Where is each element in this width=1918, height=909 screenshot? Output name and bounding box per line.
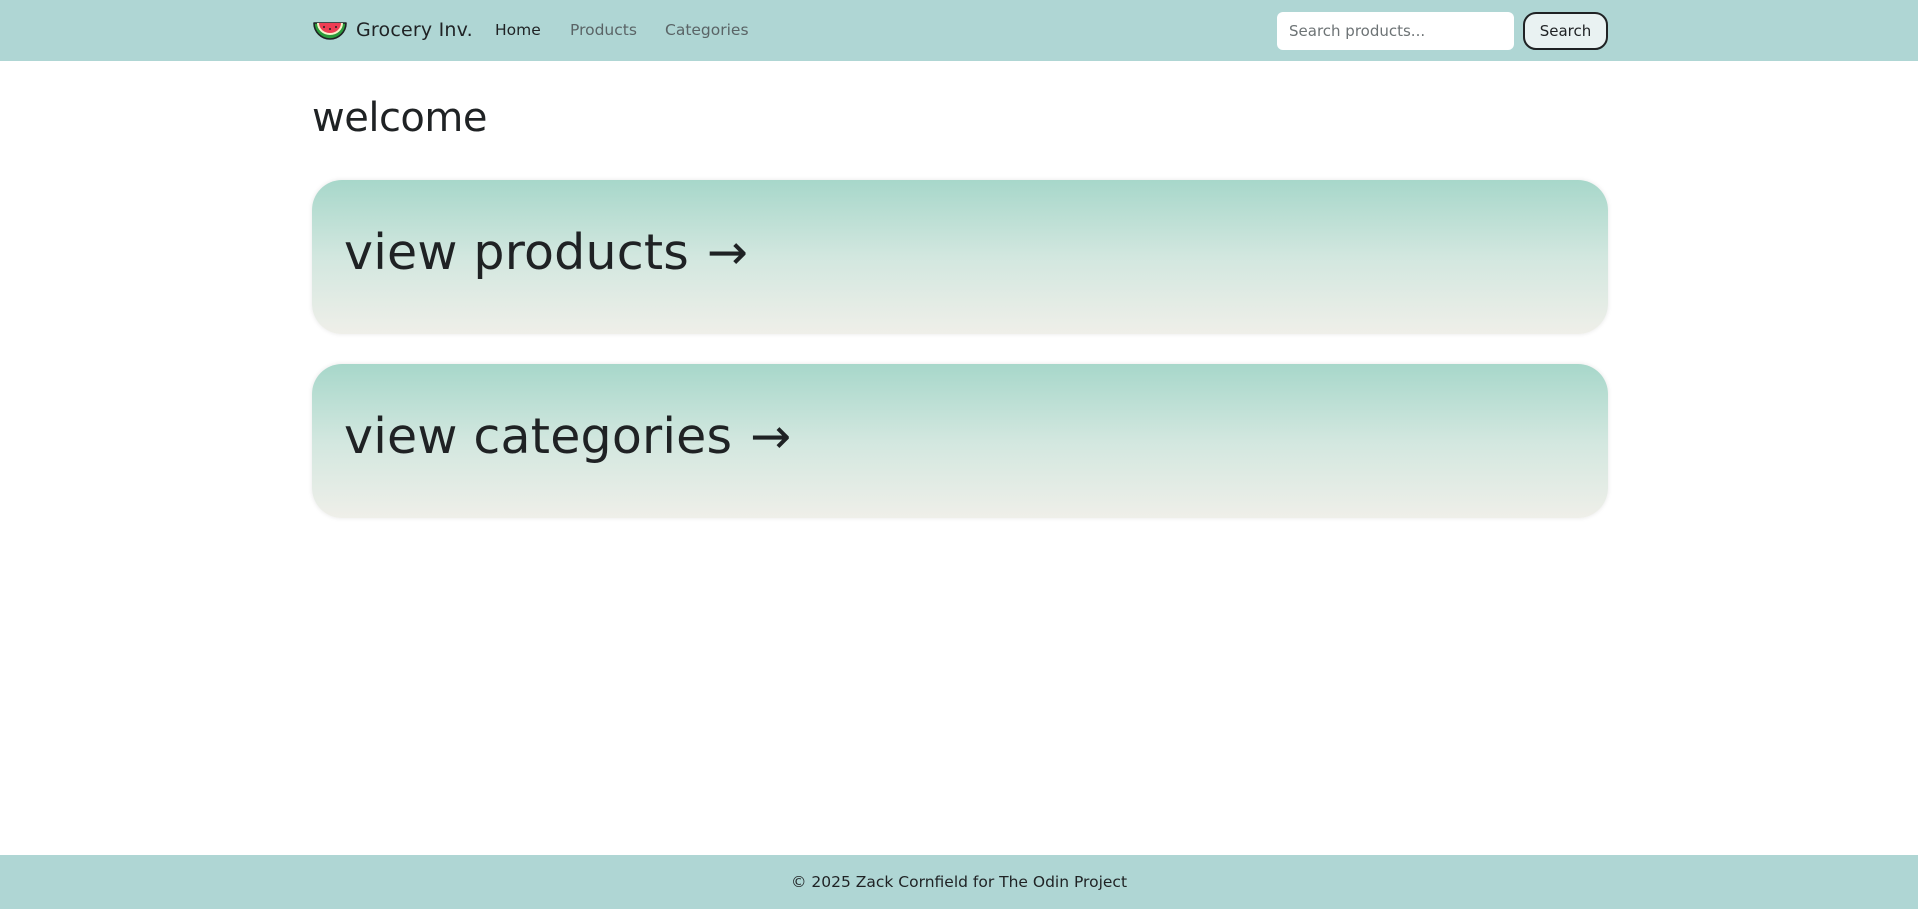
navbar-inner: Grocery Inv. Home Products Categories Se… — [312, 0, 1608, 61]
footer-text: © 2025 Zack Cornfield for The Odin Proje… — [790, 873, 1128, 891]
search-input[interactable] — [1277, 12, 1514, 50]
view-products-card[interactable]: view products → — [312, 180, 1608, 334]
arrow-right-icon: → — [707, 224, 749, 281]
view-products-label: view products → — [344, 221, 748, 285]
nav-link-home[interactable]: Home — [495, 21, 541, 39]
arrow-right-icon: → — [750, 408, 792, 465]
brand-name: Grocery Inv. — [356, 19, 473, 41]
view-products-text: view products — [344, 224, 690, 281]
watermelon-icon — [312, 19, 348, 41]
nav-link-categories[interactable]: Categories — [665, 21, 749, 39]
view-categories-label: view categories → — [344, 405, 792, 469]
navbar: Grocery Inv. Home Products Categories Se… — [0, 0, 1918, 61]
view-categories-text: view categories — [344, 408, 733, 465]
brand-link[interactable]: Grocery Inv. — [312, 14, 473, 46]
view-categories-card[interactable]: view categories → — [312, 364, 1608, 518]
nav-link-products[interactable]: Products — [570, 21, 637, 39]
footer: © 2025 Zack Cornfield for The Odin Proje… — [0, 855, 1918, 909]
page-title: welcome — [312, 95, 487, 141]
search-button[interactable]: Search — [1523, 12, 1608, 50]
